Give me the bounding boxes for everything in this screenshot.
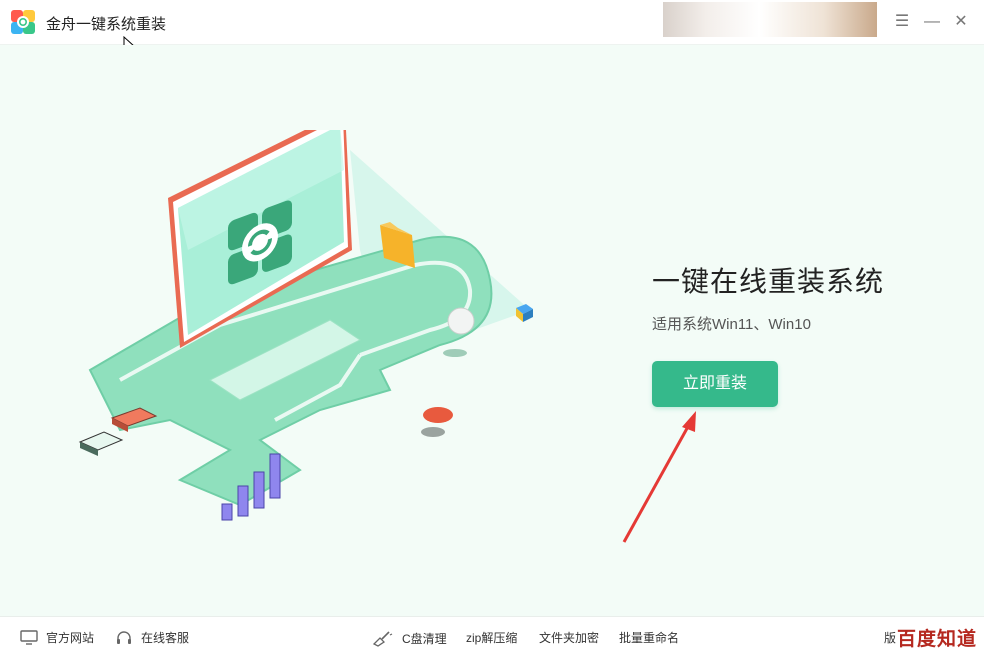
footer-item-label: 在线客服 <box>141 631 190 645</box>
illustration <box>78 130 533 521</box>
reinstall-button[interactable]: 立即重装 <box>652 361 778 407</box>
annotation-arrow <box>622 411 696 543</box>
footer-c-drive-cleanup[interactable]: C盘清理 <box>370 629 447 647</box>
footer-batch-rename[interactable]: 批量重命名 <box>619 629 679 646</box>
app-logo-icon <box>11 10 35 34</box>
version-label: 版 <box>884 631 897 645</box>
footer: 官方网站 在线客服 C盘清理 zip解压缩 文件夹加密 批量重命名 版 <box>0 616 984 657</box>
footer-zip-extract[interactable]: zip解压缩 <box>466 629 517 646</box>
headset-icon <box>117 630 131 644</box>
close-button[interactable]: ✕ <box>951 12 971 32</box>
minimize-button[interactable]: — <box>922 12 942 32</box>
title-bar: 金舟一键系统重装 ☰ — ✕ <box>0 0 984 45</box>
broom-icon <box>372 631 393 647</box>
monitor-icon <box>20 630 38 645</box>
headline: 一键在线重装系统 <box>652 266 885 297</box>
footer-version: 版 <box>884 629 896 646</box>
footer-item-label: 文件夹加密 <box>539 631 600 645</box>
footer-online-support[interactable]: 在线客服 <box>115 629 189 646</box>
subline: 适用系统Win11、Win10 <box>652 316 811 333</box>
watermark: 百度知道 <box>897 629 978 650</box>
footer-folder-encrypt[interactable]: 文件夹加密 <box>539 629 599 646</box>
footer-official-site[interactable]: 官方网站 <box>20 629 94 646</box>
footer-item-label: 批量重命名 <box>619 631 680 645</box>
footer-item-label: 官方网站 <box>46 631 95 645</box>
app-title: 金舟一键系统重装 <box>46 16 167 33</box>
ad-banner[interactable] <box>663 2 877 37</box>
menu-button[interactable]: ☰ <box>892 12 912 32</box>
footer-item-label: zip解压缩 <box>466 631 518 645</box>
footer-item-label: C盘清理 <box>402 631 447 646</box>
main-panel: 一键在线重装系统 适用系统Win11、Win10 立即重装 <box>0 45 984 616</box>
